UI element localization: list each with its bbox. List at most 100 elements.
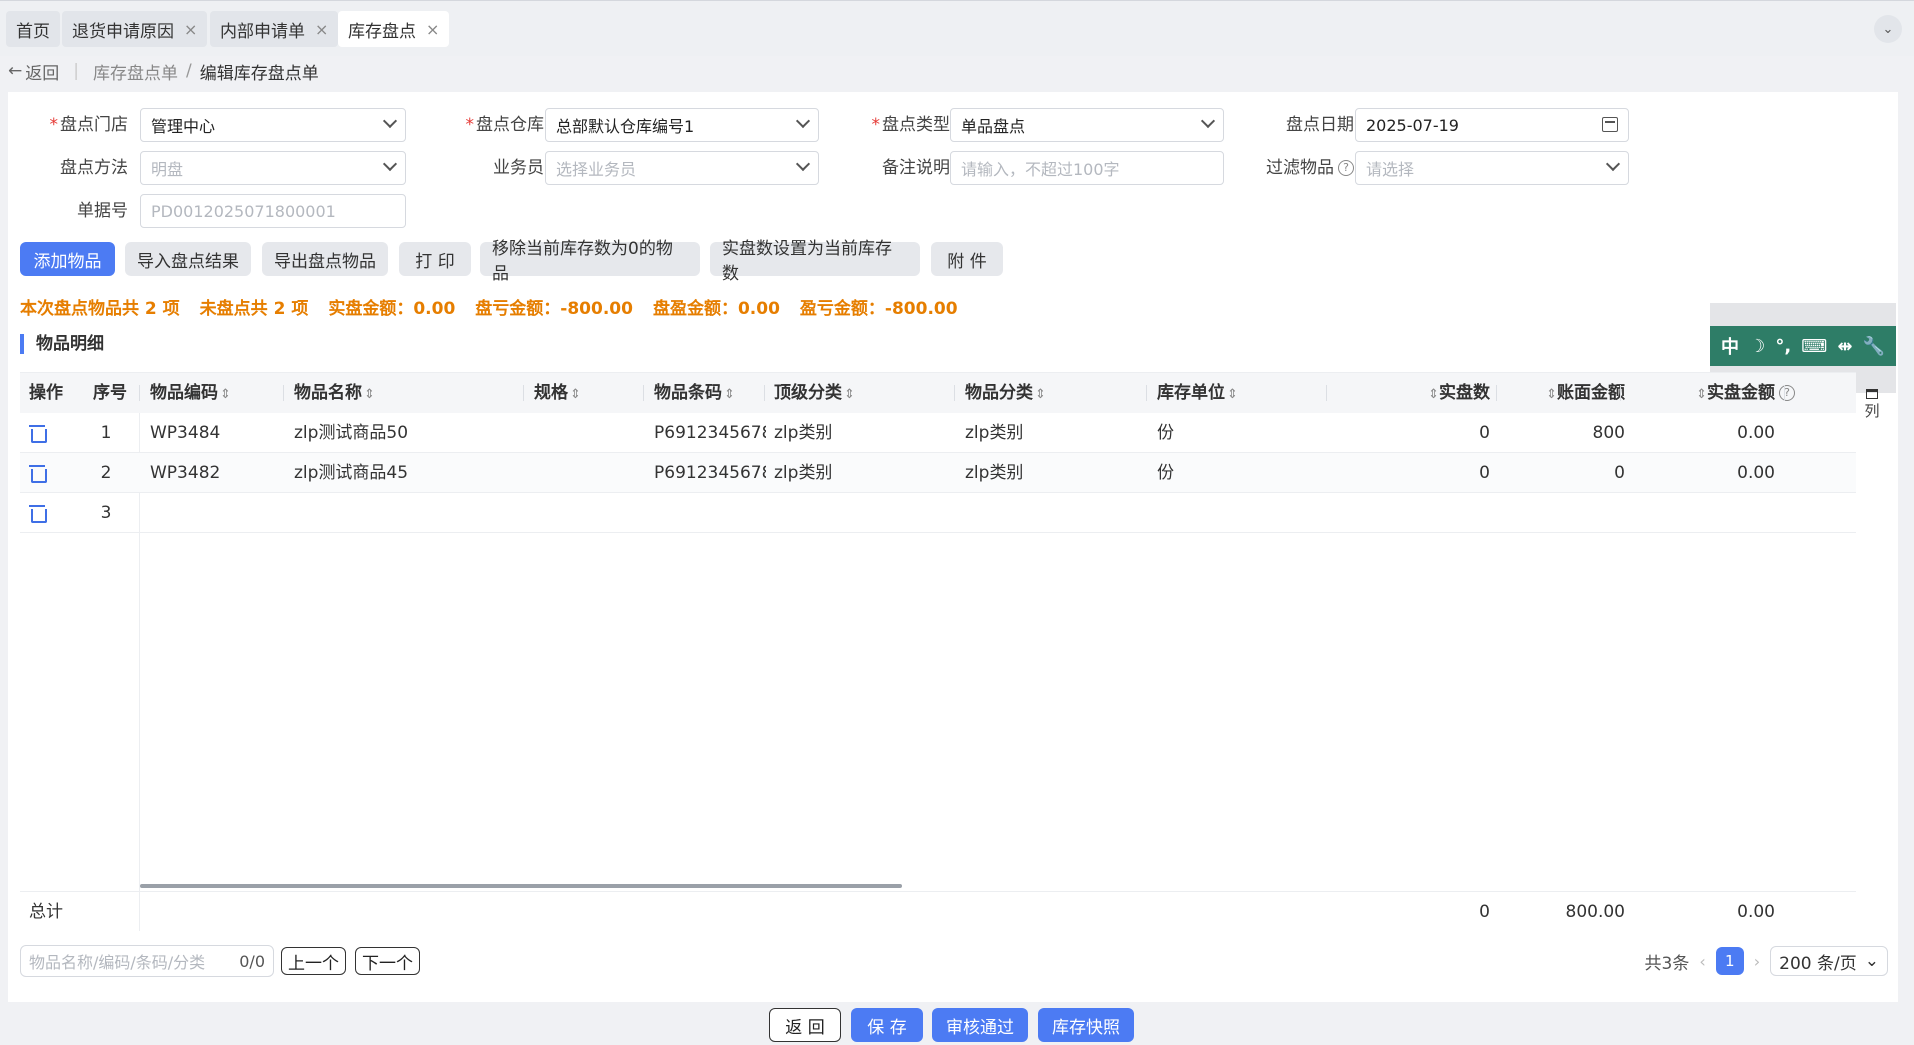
warehouse-value: 总部默认仓库编号1 [556, 117, 695, 136]
col-topcat[interactable]: 顶级分类 ⇕ [774, 373, 855, 413]
tab-internal-request[interactable]: 内部申请单 × [210, 11, 339, 47]
tab-label: 退货申请原因 [72, 21, 174, 42]
stock-snapshot-button[interactable]: 库存快照 [1038, 1008, 1134, 1042]
cell-barcode: P6912345678901 [654, 423, 766, 443]
cell-seq: 1 [100, 423, 112, 443]
locator-count: 0/0 [239, 951, 265, 971]
summary-actual-amount: 实盘金额：0.00 [328, 299, 456, 319]
add-item-button[interactable]: 添加物品 [20, 242, 115, 276]
col-book-amount[interactable]: ⇕账面金额 [1525, 373, 1625, 413]
store-label: * 盘点门店 [49, 115, 129, 135]
chevron-down-icon [795, 113, 811, 129]
back-link[interactable]: ← 返回 [8, 59, 59, 84]
cell-code: WP3484 [150, 423, 221, 443]
summary-uncounted: 未盘点共 2 项 [199, 299, 309, 319]
set-actual-to-stock-button[interactable]: 实盘数设置为当前库存数 [710, 239, 920, 284]
breadcrumb-parent[interactable]: 库存盘点单 [93, 59, 178, 84]
sort-icon: ⇕ [1035, 387, 1046, 402]
help-icon[interactable]: ? [1779, 385, 1795, 401]
table-row: 3 [20, 493, 1856, 533]
tab-home[interactable]: 首页 [6, 11, 60, 47]
total-book-amount: 800.00 [1565, 902, 1625, 922]
tab-return-reason[interactable]: 退货申请原因 × [62, 11, 208, 47]
col-op: 操作 [29, 383, 63, 403]
export-items-button[interactable]: 导出盘点物品 [262, 242, 388, 276]
punctuation-icon[interactable]: °, [1775, 336, 1791, 357]
type-label: * 盘点类型 [871, 115, 951, 135]
warehouse-label: * 盘点仓库 [465, 115, 545, 135]
staff-select[interactable]: 选择业务员 [545, 151, 819, 185]
calendar-icon [1602, 117, 1618, 132]
chevron-right-icon[interactable]: › [1754, 952, 1760, 971]
help-icon[interactable]: ? [1338, 160, 1354, 176]
import-results-button[interactable]: 导入盘点结果 [125, 242, 251, 276]
prev-match-button[interactable]: 上一个 [281, 947, 346, 975]
cell-actual-qty[interactable]: 0 [1420, 453, 1490, 493]
table-header: 操作 序号 物品编码 ⇕ 物品名称 ⇕ 规格 ⇕ 物品条码 ⇕ 顶级分类 ⇕ 物品分类 ⇕ … [20, 373, 1856, 413]
chevron-down-icon [382, 113, 398, 129]
sort-icon: ⇕ [724, 387, 735, 402]
close-icon[interactable]: × [315, 20, 328, 39]
ime-lang-icon[interactable]: 中 [1721, 333, 1739, 359]
col-cat[interactable]: 物品分类 ⇕ [965, 373, 1046, 413]
keyboard-icon[interactable]: ⌨ [1801, 336, 1827, 357]
date-picker[interactable]: 2025-07-19 [1355, 108, 1629, 142]
cell-topcat: zlp类别 [774, 423, 833, 443]
method-select[interactable]: 明盘 [140, 151, 406, 185]
item-locator-input[interactable]: 物品名称/编码/条码/分类 0/0 [20, 945, 274, 977]
docno-label: 单据号 [77, 201, 128, 221]
page-button-current[interactable]: 1 [1715, 947, 1744, 975]
close-icon[interactable]: × [184, 20, 197, 39]
tab-label: 首页 [16, 21, 50, 42]
moon-icon[interactable]: ☽ [1749, 336, 1765, 357]
breadcrumb-separator: / [185, 61, 192, 81]
horizontal-scrollbar[interactable] [140, 884, 902, 888]
locator-placeholder: 物品名称/编码/条码/分类 [29, 953, 206, 972]
type-select[interactable]: 单品盘点 [950, 108, 1224, 142]
approve-button[interactable]: 审核通过 [932, 1008, 1028, 1042]
filter-select[interactable]: 请选择 [1355, 151, 1629, 185]
width-toggle-icon[interactable]: ⇹ [1837, 336, 1852, 357]
back-button[interactable]: 返 回 [769, 1008, 841, 1042]
store-select[interactable]: 管理中心 [140, 108, 406, 142]
save-button[interactable]: 保 存 [851, 1008, 923, 1042]
trash-icon[interactable] [29, 465, 47, 483]
column-settings[interactable]: 列 [1860, 389, 1884, 421]
arrow-left-icon: ← [8, 61, 23, 81]
breadcrumb: ← 返回 | 库存盘点单 / 编辑库存盘点单 [8, 58, 319, 84]
cell-barcode: P6912345678901 [654, 463, 766, 483]
method-placeholder: 明盘 [151, 160, 184, 179]
page-size-select[interactable]: 200 条/页 ⌄ [1770, 946, 1888, 976]
filter-placeholder: 请选择 [1366, 160, 1415, 179]
chevron-left-icon[interactable]: ‹ [1699, 952, 1705, 971]
warehouse-select[interactable]: 总部默认仓库编号1 [545, 108, 819, 142]
cell-name: zlp测试商品45 [294, 463, 409, 483]
docno-input[interactable]: PD0012025071800001 [140, 194, 406, 228]
trash-icon[interactable] [29, 425, 47, 443]
col-spec[interactable]: 规格 ⇕ [534, 373, 581, 413]
store-value: 管理中心 [151, 117, 216, 136]
sort-icon: ⇕ [570, 387, 581, 402]
columns-icon [1866, 389, 1878, 399]
col-unit[interactable]: 库存单位 ⇕ [1157, 373, 1238, 413]
attachment-button[interactable]: 附 件 [931, 242, 1003, 276]
remove-zero-stock-button[interactable]: 移除当前库存数为0的物品 [480, 239, 700, 284]
column-settings-label: 列 [1864, 402, 1880, 420]
chevron-down-icon [795, 156, 811, 172]
trash-icon[interactable] [29, 505, 47, 523]
chevron-down-icon[interactable]: ⌄ [1874, 15, 1902, 43]
wrench-icon[interactable]: 🔧 [1862, 336, 1884, 357]
remark-input[interactable]: 请输入，不超过100字 [950, 151, 1224, 185]
col-barcode[interactable]: 物品条码 ⇕ [654, 373, 735, 413]
col-name[interactable]: 物品名称 ⇕ [294, 373, 375, 413]
col-code[interactable]: 物品编码 ⇕ [150, 373, 231, 413]
close-icon[interactable]: × [426, 20, 439, 39]
cell-actual-qty[interactable]: 0 [1420, 413, 1490, 453]
cell-spec [534, 453, 634, 493]
print-button[interactable]: 打 印 [399, 242, 471, 276]
col-actual-amount[interactable]: ⇕实盘金额? [1665, 373, 1795, 413]
next-match-button[interactable]: 下一个 [355, 947, 420, 975]
col-actual-qty[interactable]: ⇕实盘数 [1420, 373, 1490, 413]
tab-stocktake[interactable]: 库存盘点 × [338, 11, 450, 47]
sort-icon: ⇕ [220, 387, 231, 402]
